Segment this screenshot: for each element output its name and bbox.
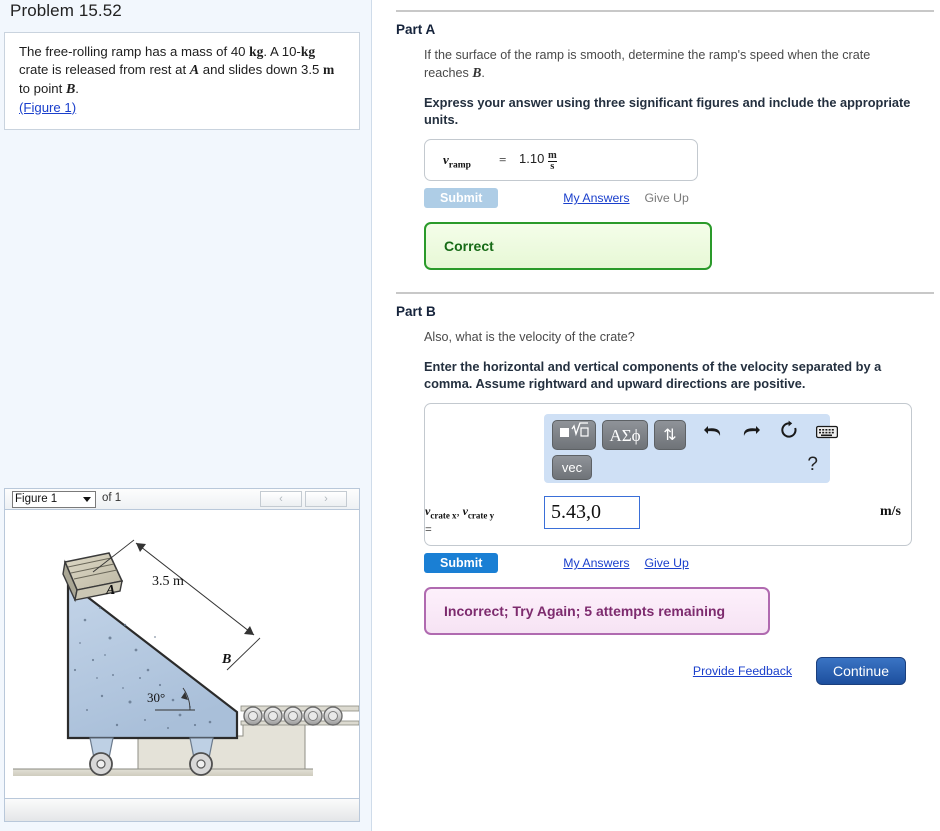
- part-b-unit-label: m/s: [880, 504, 901, 519]
- statement-text-3: crate is released from rest at: [19, 62, 190, 77]
- part-b-instruction: Enter the horizontal and vertical compon…: [424, 359, 882, 391]
- part-b-question: Also, what is the velocity of the crate?: [424, 330, 635, 344]
- part-b-submit-button[interactable]: Submit: [424, 553, 499, 573]
- math-toolbar: ΑΣϕ ⇅ vec ?: [544, 414, 839, 483]
- part-b-answer-symbol: vcrate x, vcrate y =: [425, 504, 495, 537]
- problem-statement: The free-rolling ramp has a mass of 40 k…: [4, 32, 360, 130]
- figure-image: 3.5 m A B 30°: [5, 510, 359, 799]
- part-b-answer-box[interactable]: ΑΣϕ ⇅ vec ? vcrate x, vcrate y = 5.43,0 …: [424, 403, 912, 546]
- part-b-body: Also, what is the velocity of the crate?…: [424, 329, 918, 687]
- figure-panel-footer: [5, 798, 359, 821]
- part-b-heading: Part B: [396, 304, 436, 319]
- angle-label: 30°: [147, 690, 165, 705]
- part-a-my-answers-link[interactable]: My Answers: [563, 191, 629, 205]
- part-a-divider: [396, 10, 934, 12]
- math-vec-button[interactable]: vec: [552, 455, 592, 480]
- part-a-correct-banner: Correct: [424, 222, 712, 270]
- answer-pane: Part A If the surface of the ramp is smo…: [372, 0, 940, 831]
- ramp-diagram-svg: 3.5 m A B 30°: [13, 539, 359, 776]
- unit-kg-2: kg: [300, 44, 316, 59]
- part-a-answer-box[interactable]: vramp = 1.10 m s: [424, 139, 698, 181]
- part-a-submit-button[interactable]: Submit: [424, 188, 499, 208]
- part-a-button-row: Submit My Answers Give Up: [424, 188, 918, 208]
- part-b-answer-input[interactable]: [544, 496, 640, 529]
- part-a-instruction: Express your answer using three signific…: [424, 95, 911, 127]
- part-a-question: If the surface of the ramp is smooth, de…: [424, 47, 918, 82]
- chevron-down-icon: [83, 497, 91, 502]
- undo-icon[interactable]: [698, 420, 728, 450]
- distance-label: 3.5 m: [152, 574, 184, 589]
- part-a-equals: =: [499, 152, 507, 167]
- part-a-heading: Part A: [396, 22, 436, 37]
- page-title: Problem 15.52: [10, 1, 122, 20]
- math-greek-button[interactable]: ΑΣϕ: [602, 420, 648, 450]
- figure-next-button[interactable]: ›: [305, 491, 347, 507]
- part-b-divider: [396, 292, 934, 294]
- point-a-label: A: [189, 63, 200, 78]
- label-b: B: [221, 652, 231, 667]
- chevron-right-icon: ›: [324, 493, 328, 505]
- figure-prev-button[interactable]: ‹: [260, 491, 302, 507]
- point-b-label: B: [65, 82, 76, 97]
- part-a-answer-value: 1.10 m s: [519, 150, 557, 172]
- template-math-icon: [560, 422, 589, 437]
- statement-text-4: and slides down 3.5: [199, 62, 324, 77]
- math-template-button[interactable]: [552, 420, 596, 450]
- statement-text-5: to point: [19, 81, 66, 96]
- continue-button[interactable]: Continue: [815, 657, 906, 685]
- statement-text-2: . A 10-: [263, 44, 301, 59]
- provide-feedback-link[interactable]: Provide Feedback: [693, 664, 792, 678]
- math-help-button[interactable]: ?: [807, 454, 818, 476]
- figure-select[interactable]: Figure 1: [12, 491, 96, 508]
- math-updown-button[interactable]: ⇅: [654, 420, 686, 450]
- part-b-my-answers-link[interactable]: My Answers: [563, 556, 629, 570]
- part-b-button-row: Submit My Answers Give Up: [424, 553, 918, 573]
- label-a: A: [105, 583, 115, 598]
- reset-icon[interactable]: [774, 420, 804, 450]
- problem-sidebar: Problem 15.52 The free-rolling ramp has …: [0, 0, 372, 831]
- unit-kg-1: kg: [249, 44, 264, 59]
- page-footer-actions: Provide Feedback Continue: [424, 657, 918, 687]
- keyboard-icon[interactable]: [812, 420, 842, 450]
- figure-panel: Figure 1 of 1 ‹ › 3.5 m A B 30°: [4, 488, 360, 822]
- figure-select-value: Figure 1: [15, 493, 58, 505]
- part-a-body: If the surface of the ramp is smooth, de…: [424, 47, 918, 270]
- redo-icon[interactable]: [736, 420, 766, 450]
- part-b-incorrect-banner: Incorrect; Try Again; 5 attempts remaini…: [424, 587, 770, 635]
- figure-count-label: of 1: [102, 492, 122, 504]
- part-a-answer-symbol: vramp: [443, 152, 471, 171]
- unit-m: m: [323, 62, 335, 77]
- statement-period: .: [75, 81, 79, 96]
- part-a-question-end: .: [481, 66, 485, 80]
- part-a-unit-fraction: m s: [547, 150, 557, 172]
- part-a-question-text: If the surface of the ramp is smooth, de…: [424, 48, 871, 80]
- statement-text-1: The free-rolling ramp has a mass of 40: [19, 44, 250, 59]
- figure-1-link[interactable]: (Figure 1): [19, 100, 76, 115]
- figure-toolbar: Figure 1 of 1 ‹ ›: [5, 489, 359, 510]
- part-b-give-up-link[interactable]: Give Up: [644, 556, 688, 570]
- chevron-left-icon: ‹: [279, 493, 283, 505]
- conveyor-rollers: [243, 706, 343, 726]
- part-a-question-var: B: [472, 65, 482, 80]
- part-a-give-up-link: Give Up: [644, 191, 689, 205]
